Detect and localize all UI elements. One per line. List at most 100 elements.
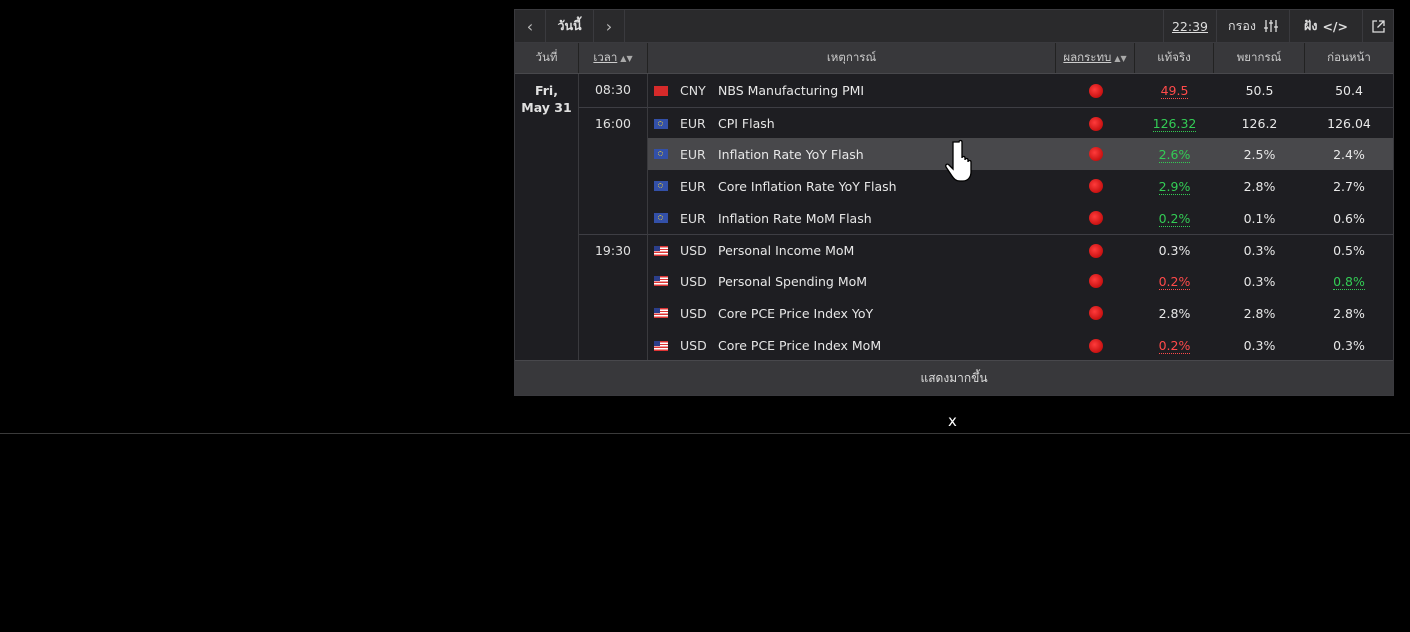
time-cell: 08:30 [579,74,648,107]
embed-button[interactable]: ฝัง </> [1290,10,1363,42]
table-row[interactable]: EUR CPI Flash 126.32 126.2 126.04 [648,107,1393,139]
table-row[interactable]: USD Core PCE Price Index YoY 2.8% 2.8% 2.8% [648,297,1393,329]
sliders-icon [1263,20,1278,32]
flag-icon [654,340,668,351]
previous-cell: 0.6% [1305,211,1393,226]
forecast-value: 0.1% [1243,210,1276,226]
table-row[interactable]: USD Personal Spending MoM 0.2% 0.3% 0.8% [648,265,1393,297]
header-date: วันที่ [515,43,579,73]
impact-cell [1056,83,1135,98]
high-impact-icon [1088,147,1103,161]
table-row[interactable]: USD Personal Income MoM 0.3% 0.3% 0.5% [648,234,1393,266]
header-impact-sort[interactable]: ผลกระทบ ▲▼ [1056,43,1135,73]
table-row[interactable]: EUR Inflation Rate MoM Flash 0.2% 0.1% 0.6% [648,202,1393,234]
calendar-body: Fri, May 31 08:30 16:00 19:30 CNY NBS Man… [515,74,1393,362]
economic-calendar-widget: ‹ วันนี้ › 22:39 กรอง ฝัง </> วันที่ เวล… [514,9,1394,396]
high-impact-icon [1088,83,1103,98]
external-link-icon [1371,19,1385,33]
previous-cell: 0.5% [1305,243,1393,258]
previous-value: 0.8% [1333,273,1365,290]
actual-value: 2.8% [1158,305,1191,321]
open-external-button[interactable] [1363,10,1393,42]
event-name[interactable]: Core PCE Price Index YoY [718,306,873,321]
flag-icon [654,85,668,96]
table-row[interactable]: EUR Inflation Rate YoY Flash 2.6% 2.5% 2.4% [648,138,1393,170]
actual-cell: 0.2% [1135,273,1214,290]
high-impact-icon [1088,306,1103,320]
forecast-cell: 0.3% [1214,338,1305,353]
impact-cell [1056,306,1135,320]
actual-value: 0.2% [1158,210,1191,227]
forecast-cell: 2.5% [1214,147,1305,162]
timezone-time-button[interactable]: 22:39 [1163,10,1217,42]
table-header: วันที่ เวลา ▲▼ เหตุการณ์ ผลกระทบ ▲▼ แท้จริ… [515,43,1393,74]
impact-cell [1056,274,1135,288]
table-row[interactable]: EUR Core Inflation Rate YoY Flash 2.9% 2.8%… [648,170,1393,202]
next-day-button[interactable]: › [594,10,625,42]
event-name[interactable]: Core Inflation Rate YoY Flash [718,179,897,194]
previous-cell: 2.7% [1305,179,1393,194]
previous-value: 126.04 [1327,116,1371,131]
high-impact-icon [1088,211,1103,225]
event-cell: EUR Inflation Rate YoY Flash [648,147,1056,162]
previous-value: 0.6% [1333,210,1365,226]
previous-cell: 50.4 [1305,83,1393,98]
event-name[interactable]: Personal Spending MoM [718,274,867,289]
impact-cell [1056,338,1135,353]
event-name[interactable]: Personal Income MoM [718,243,854,258]
date-day: May 31 [521,100,572,115]
actual-value: 0.2% [1158,338,1191,354]
event-name[interactable]: Inflation Rate YoY Flash [718,147,864,162]
close-button[interactable]: x [948,412,957,430]
event-cell: USD Personal Spending MoM [648,274,1056,289]
previous-cell: 2.4% [1305,147,1393,162]
impact-cell [1056,211,1135,225]
forecast-value: 2.8% [1243,178,1276,194]
forecast-cell: 2.8% [1214,179,1305,194]
show-more-button[interactable]: แสดงมากขึ้น [515,360,1393,395]
actual-cell: 2.9% [1135,178,1214,195]
code-icon: </> [1322,18,1348,34]
actual-value: 49.5 [1160,83,1189,99]
event-cell: EUR Core Inflation Rate YoY Flash [648,179,1056,194]
event-name[interactable]: NBS Manufacturing PMI [718,83,864,98]
currency-label: USD [680,305,707,321]
event-name[interactable]: CPI Flash [718,116,775,131]
forecast-value: 50.5 [1245,83,1274,98]
actual-value: 0.3% [1158,243,1191,258]
header-time-sort[interactable]: เวลา ▲▼ [579,43,648,73]
prev-day-button[interactable]: ‹ [515,10,546,42]
previous-value: 2.8% [1333,305,1365,321]
forecast-cell: 0.3% [1214,243,1305,258]
forecast-cell: 0.3% [1214,274,1305,289]
forecast-value: 2.5% [1243,146,1276,162]
event-name[interactable]: Core PCE Price Index MoM [718,338,881,353]
event-name[interactable]: Inflation Rate MoM Flash [718,211,872,226]
actual-cell: 2.6% [1135,146,1214,163]
table-row[interactable]: CNY NBS Manufacturing PMI 49.5 50.5 50.4 [648,74,1393,107]
impact-cell [1056,116,1135,131]
today-button[interactable]: วันนี้ [546,10,594,42]
flag-icon [654,245,668,256]
filter-button[interactable]: กรอง [1217,10,1290,42]
actual-cell: 2.8% [1135,306,1214,321]
currency-label: EUR [680,146,706,162]
previous-cell: 0.8% [1305,273,1393,290]
embed-label: ฝัง [1304,18,1318,33]
actual-cell: 49.5 [1135,83,1214,99]
flag-icon [654,308,668,318]
calendar-toolbar: ‹ วันนี้ › 22:39 กรอง ฝัง </> [515,10,1393,43]
high-impact-icon [1088,243,1103,258]
header-previous: ก่อนหน้า [1327,50,1371,64]
actual-cell: 0.2% [1135,338,1214,354]
flag-icon [654,276,668,286]
flag-icon [654,149,668,159]
previous-cell: 0.3% [1305,338,1393,353]
time-cell: 19:30 [579,234,648,362]
forecast-value: 0.3% [1243,243,1276,258]
table-row[interactable]: USD Core PCE Price Index MoM 0.2% 0.3% 0.3% [648,329,1393,362]
forecast-cell: 126.2 [1214,116,1305,131]
impact-cell [1056,243,1135,258]
previous-cell: 2.8% [1305,306,1393,321]
